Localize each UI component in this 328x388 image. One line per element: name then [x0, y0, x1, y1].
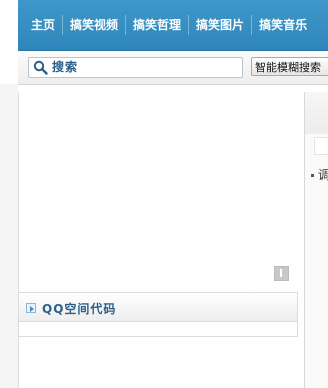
right-sidebar-box: [314, 137, 328, 155]
right-sidebar-item-label: 调: [318, 168, 328, 182]
fuzzy-search-button[interactable]: 智能模糊搜索: [251, 57, 328, 76]
section-title: QQ空间代码: [42, 302, 117, 316]
arrow-right-icon: [26, 303, 36, 313]
section-header[interactable]: QQ空间代码: [18, 292, 298, 322]
nav-item-funny-videos[interactable]: 搞笑视频: [63, 15, 127, 35]
right-sidebar-header: [305, 92, 328, 134]
top-nav-bar: 主页 搞笑视频 搞笑哲理 搞笑图片 搞笑音乐: [18, 0, 328, 51]
scroll-grip-icon: [280, 269, 282, 277]
search-label: 搜索: [52, 60, 79, 74]
search-icon: [33, 60, 48, 75]
bullet-icon: [311, 174, 314, 177]
main-nav: 主页 搞笑视频 搞笑哲理 搞笑图片 搞笑音乐: [18, 15, 314, 35]
right-sidebar: 调: [304, 92, 328, 388]
search-bar: 搜索 智能模糊搜索: [18, 51, 328, 85]
main-content-area: [18, 92, 299, 388]
scroll-up-button[interactable]: [274, 266, 289, 281]
right-sidebar-item[interactable]: 调: [311, 166, 328, 183]
section-body: [18, 321, 298, 337]
search-input[interactable]: 搜索: [28, 57, 243, 78]
nav-item-home[interactable]: 主页: [18, 15, 64, 35]
nav-item-funny-music[interactable]: 搞笑音乐: [252, 15, 314, 35]
left-margin: [0, 84, 18, 388]
nav-item-funny-pictures[interactable]: 搞笑图片: [189, 15, 253, 35]
nav-item-funny-philosophy[interactable]: 搞笑哲理: [126, 15, 190, 35]
